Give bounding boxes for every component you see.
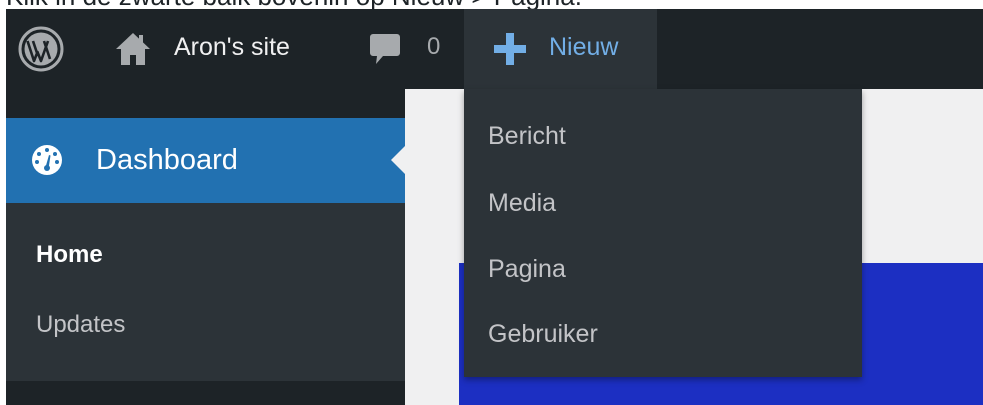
menu-item-page[interactable]: Pagina <box>488 255 566 284</box>
site-name-link[interactable]: Aron's site <box>174 33 290 62</box>
new-content-button[interactable]: Nieuw <box>464 9 657 89</box>
menu-item-post[interactable]: Bericht <box>488 122 566 151</box>
submenu-item-updates[interactable]: Updates <box>36 311 125 339</box>
menu-item-media[interactable]: Media <box>488 189 556 218</box>
wordpress-logo-icon[interactable] <box>18 26 64 72</box>
dashboard-submenu: Home Updates <box>6 203 405 381</box>
caption-text: Klik in de zwarte balk bovenin op Nieuw … <box>6 0 582 9</box>
comment-bubble-icon[interactable] <box>368 31 402 67</box>
home-icon[interactable] <box>114 31 152 67</box>
new-content-label: Nieuw <box>549 33 619 61</box>
menu-item-user[interactable]: Gebruiker <box>488 320 598 349</box>
instruction-caption: Klik in de zwarte balk bovenin op Nieuw … <box>0 0 983 9</box>
admin-bar: Aron's site 0 Nieuw <box>6 9 983 89</box>
admin-sidebar: Dashboard Home Updates <box>6 89 405 405</box>
sidebar-item-label: Dashboard <box>96 144 238 176</box>
current-menu-arrow <box>391 146 405 174</box>
new-content-dropdown: Bericht Media Pagina Gebruiker <box>464 89 862 377</box>
submenu-item-home[interactable]: Home <box>36 241 103 269</box>
comment-count[interactable]: 0 <box>427 33 440 61</box>
sidebar-item-dashboard[interactable]: Dashboard <box>6 118 405 203</box>
plus-icon <box>492 31 528 67</box>
dashboard-gauge-icon <box>30 143 64 177</box>
